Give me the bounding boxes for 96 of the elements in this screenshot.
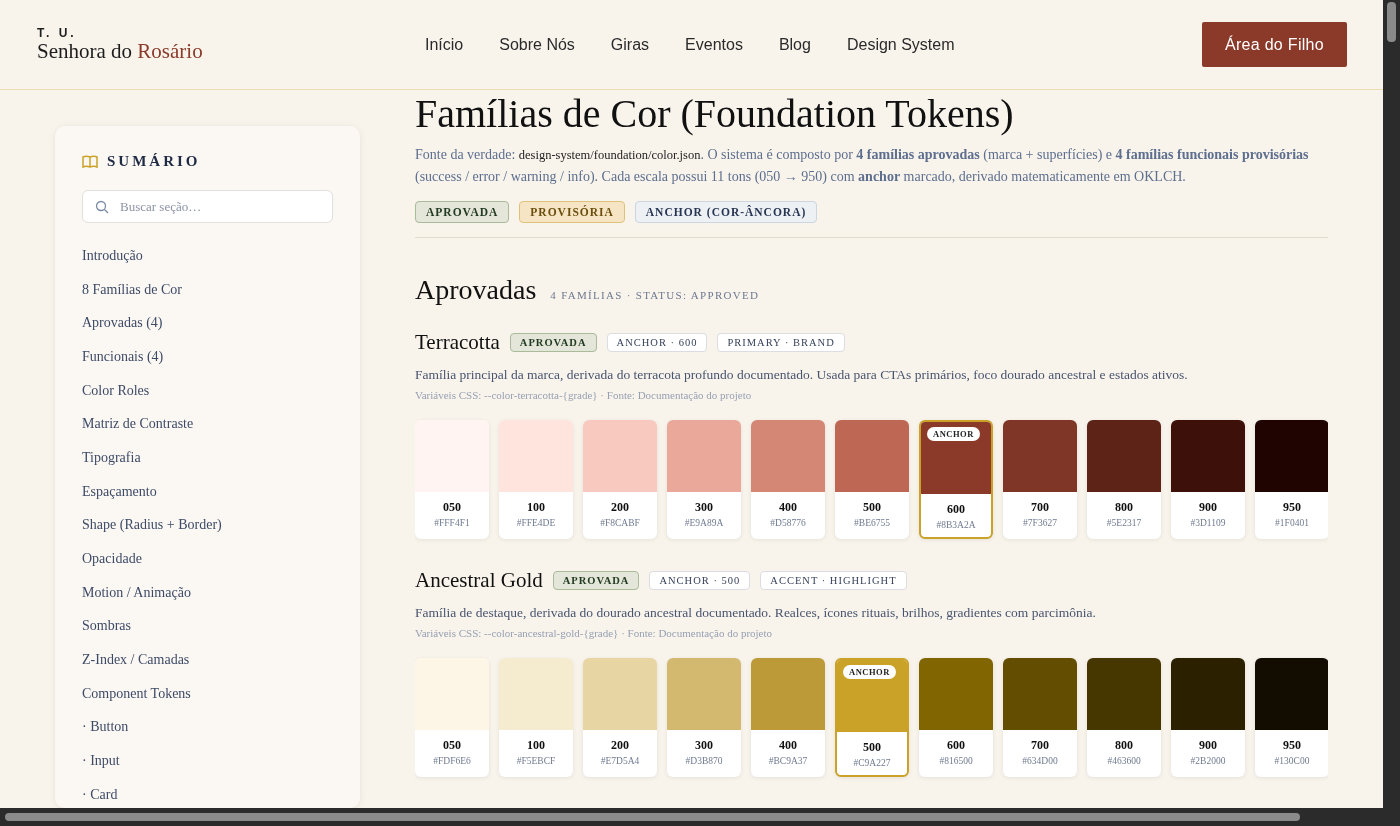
hex-code: #816500	[939, 756, 973, 766]
family-title: Terracotta	[415, 330, 500, 355]
section-meta: 4 FAMÍLIAS · STATUS: APPROVED	[550, 289, 760, 301]
grade-label: 700	[1031, 500, 1049, 515]
area-do-filho-button[interactable]: Área do Filho	[1201, 22, 1347, 67]
hex-code: #3D1109	[1190, 518, 1226, 528]
toc-link[interactable]: Motion / Animação	[82, 584, 191, 601]
hex-code: #D3B870	[685, 756, 723, 766]
hex-code: #E9A89A	[684, 518, 724, 528]
toc-link[interactable]: · Button	[82, 719, 129, 736]
grade-label: 500	[863, 500, 881, 515]
toc-link[interactable]: · Input	[82, 753, 120, 770]
hex-code: #7F3627	[1023, 518, 1057, 528]
toc-link[interactable]: Tipografia	[82, 449, 141, 466]
css-variables-note: Variáveis CSS: --color-ancestral-gold-{grade} · Fonte: Documentação do projeto	[415, 627, 774, 639]
grade-label: 600	[947, 502, 965, 517]
grade-label: 500	[863, 740, 881, 755]
toc-link[interactable]: Color Roles	[82, 382, 150, 399]
hex-code: #BE6755	[854, 518, 890, 528]
legend-tag: APROVADA	[415, 201, 510, 223]
hex-code: #2B2000	[1190, 756, 1226, 766]
toc-link[interactable]: Aprovadas (4)	[82, 315, 163, 332]
family-tag: PRIMARY · BRAND	[717, 333, 845, 352]
family-tag: ACCENT · HIGHLIGHT	[760, 571, 907, 590]
status-tag: APROVADA	[509, 333, 597, 352]
grade-label: 800	[1115, 738, 1133, 753]
hex-code: #E7D5A4	[600, 756, 640, 766]
page-title: Famílias de Cor (Foundation Tokens)	[415, 92, 1015, 136]
nav-link[interactable]: Design System	[846, 35, 955, 54]
hex-code: #FDF6E6	[433, 756, 471, 766]
nav-link[interactable]: Giras	[610, 35, 650, 54]
intro-text: Fonte da verdade: design-system/foundation/color.json. O sistema é composto por 4 famílias aprovadas (marca + superfícies) e 4 famílias funcionais provisórias (success / error / warning / info). Cada escala possui 11 tons (050 → 950) com anchor marcado, derivado matematicamente em OKLCH.	[415, 146, 1310, 186]
hex-code: #463600	[1107, 756, 1141, 766]
family-description: Família principal da marca, derivada do terracota profundo documentado. Usada para CTAs primários, foco dourado ancestral e estados ativos.	[415, 367, 1189, 383]
nav-link[interactable]: Eventos	[685, 35, 743, 54]
toc-link[interactable]: · Card	[82, 786, 118, 803]
grade-label: 100	[527, 500, 545, 515]
nav-link[interactable]: Início	[425, 35, 464, 54]
hex-code: #8B3A2A	[936, 520, 976, 530]
toc-link[interactable]: Shape (Radius + Border)	[82, 517, 222, 534]
toc-link[interactable]: Sombras	[82, 618, 131, 635]
hex-code: #BC9A37	[768, 756, 808, 766]
nav-link[interactable]: Sobre Nós	[499, 35, 575, 54]
grade-label: 800	[1115, 500, 1133, 515]
anchor-badge: ANCHOR	[843, 665, 896, 679]
hex-code: #1F0401	[1275, 518, 1309, 528]
nav-link[interactable]: Blog	[778, 35, 811, 54]
toc-link[interactable]: Component Tokens	[82, 685, 191, 702]
anchor-badge: ANCHOR	[927, 427, 980, 441]
toc-link[interactable]: Matriz de Contraste	[82, 416, 194, 433]
toc-link[interactable]: Funcionais (4)	[82, 348, 164, 365]
logo[interactable]: T. U. Senhora do Rosário	[37, 25, 425, 64]
grade-label: 400	[779, 500, 797, 515]
legend-tag: ANCHOR (COR-ÂNCORA)	[634, 201, 818, 223]
hex-code: #F8CABF	[600, 518, 640, 528]
status-tag: APROVADA	[552, 571, 640, 590]
legend-tag: PROVISÓRIA	[519, 201, 625, 223]
toc-link[interactable]: Espaçamento	[82, 483, 157, 500]
grade-label: 050	[443, 500, 461, 515]
grade-label: 200	[611, 500, 629, 515]
search-icon	[95, 200, 109, 214]
grade-label: 300	[695, 500, 713, 515]
sidebar-title: SUMÁRIO	[107, 153, 201, 170]
hex-code: #FFF4F1	[434, 518, 470, 528]
grade-label: 700	[1031, 738, 1049, 753]
section-title: Aprovadas	[415, 274, 537, 306]
grade-label: 200	[611, 738, 629, 753]
hex-code: #F5EBCF	[516, 756, 556, 766]
toc-link[interactable]: 8 Famílias de Cor	[82, 281, 182, 298]
grade-label: 900	[1199, 500, 1217, 515]
grade-label: 600	[947, 738, 965, 753]
family-title: Ancestral Gold	[415, 568, 543, 593]
search-field[interactable]: Buscar seção…	[82, 190, 333, 223]
toc-link[interactable]: Opacidade	[82, 551, 142, 568]
hex-code: #634D00	[1022, 756, 1058, 766]
hex-code: #C9A227	[853, 758, 891, 768]
toc-link[interactable]: Z-Index / Camadas	[82, 652, 190, 669]
grade-label: 950	[1283, 738, 1301, 753]
vertical-scrollbar[interactable]	[1383, 0, 1400, 808]
grade-label: 900	[1199, 738, 1217, 753]
family-tag: ANCHOR · 600	[606, 333, 708, 352]
grade-label: 400	[779, 738, 797, 753]
hex-code: #FFE4DE	[516, 518, 556, 528]
hex-code: #5E2317	[1106, 518, 1142, 528]
grade-label: 050	[443, 738, 461, 753]
family-description: Família de destaque, derivada do dourado ancestral documentado. Realces, ícones rituais, brilhos, gradientes com parcimônia.	[415, 605, 1097, 621]
family-tag: ANCHOR · 500	[649, 571, 751, 590]
grade-label: 300	[695, 738, 713, 753]
grade-label: 100	[527, 738, 545, 753]
horizontal-scrollbar[interactable]	[0, 808, 1400, 826]
css-variables-note: Variáveis CSS: --color-terracotta-{grade} · Fonte: Documentação do projeto	[415, 389, 753, 401]
hex-code: #130C00	[1274, 756, 1310, 766]
grade-label: 950	[1283, 500, 1301, 515]
book-icon	[82, 154, 98, 169]
toc-link[interactable]: Introdução	[82, 247, 143, 264]
hex-code: #D58776	[770, 518, 806, 528]
